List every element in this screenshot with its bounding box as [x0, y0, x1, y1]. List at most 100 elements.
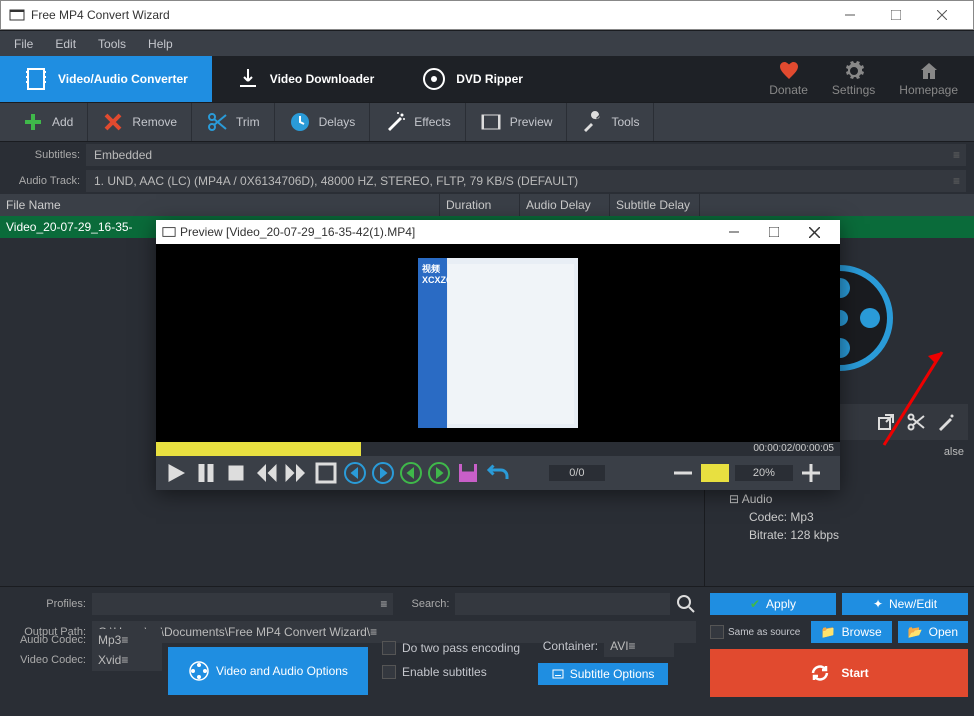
trim-button[interactable]: Trim — [192, 103, 275, 141]
search-label: Search: — [399, 598, 449, 610]
delays-button[interactable]: Delays — [275, 103, 371, 141]
donate-button[interactable]: Donate — [769, 61, 808, 97]
preview-minimize[interactable] — [714, 221, 754, 243]
preview-button[interactable]: Preview — [466, 103, 568, 141]
header-actions: Donate Settings Homepage — [753, 56, 974, 102]
close-button[interactable] — [919, 1, 965, 29]
menu-bar: File Edit Tools Help — [0, 30, 974, 56]
profiles-select[interactable]: ≡ — [92, 593, 393, 615]
play-button[interactable] — [164, 461, 188, 485]
audiotrack-row: Audio Track: 1. UND, AAC (LC) (MP4A / 0X… — [0, 168, 974, 194]
tab-ripper[interactable]: DVD Ripper — [398, 56, 547, 102]
va-options-button[interactable]: Video and Audio Options — [168, 647, 368, 695]
save-frame-button[interactable] — [456, 461, 480, 485]
audiotrack-label: Audio Track: — [8, 175, 80, 187]
preview-video-area[interactable]: 视频XCXZQ — [156, 244, 840, 442]
homepage-label: Homepage — [899, 83, 958, 97]
subtitles-label: Subtitles: — [8, 149, 80, 161]
cut-icon[interactable] — [906, 412, 926, 432]
forward-button[interactable] — [284, 461, 308, 485]
rewind-button[interactable] — [254, 461, 278, 485]
col-duration[interactable]: Duration — [440, 194, 520, 216]
tab-downloader-label: Video Downloader — [270, 72, 374, 86]
donate-label: Donate — [769, 83, 808, 97]
open-button[interactable]: 📂Open — [898, 621, 968, 643]
home-icon — [919, 61, 939, 81]
audiocodec-label: Audio Codec: — [8, 634, 86, 646]
pause-button[interactable] — [194, 461, 218, 485]
main-tab-bar: Video/Audio Converter Video Downloader D… — [0, 56, 974, 102]
tree-audio[interactable]: ⊟ Audio — [713, 490, 966, 508]
videocodec-label: Video Codec: — [8, 654, 86, 666]
profiles-label: Profiles: — [8, 598, 86, 610]
browse-button[interactable]: 📁Browse — [811, 621, 892, 643]
newedit-button[interactable]: ✦New/Edit — [842, 593, 968, 615]
prev-button[interactable] — [400, 462, 422, 484]
window-title: Free MP4 Convert Wizard — [31, 8, 170, 22]
col-filename[interactable]: File Name — [0, 194, 440, 216]
menu-tools[interactable]: Tools — [88, 33, 136, 55]
sparkle-icon: ✦ — [873, 597, 883, 611]
next-button[interactable] — [428, 462, 450, 484]
plus-icon — [22, 111, 44, 133]
videocodec-select[interactable]: Xvid≡ — [92, 649, 162, 671]
zoom-out-button[interactable] — [671, 461, 695, 485]
skip-fwd-button[interactable] — [372, 462, 394, 484]
video-frame: 视频XCXZQ — [418, 258, 578, 428]
search-input[interactable] — [455, 593, 670, 615]
remove-button[interactable]: Remove — [88, 103, 192, 141]
apply-button[interactable]: ✔Apply — [710, 593, 836, 615]
maximize-button[interactable] — [873, 1, 919, 29]
menu-file[interactable]: File — [4, 33, 43, 55]
start-button[interactable]: Start — [710, 649, 968, 697]
audiotrack-select[interactable]: 1. UND, AAC (LC) (MP4A / 0X6134706D), 48… — [86, 170, 966, 192]
subtitles-select[interactable]: Embedded≡ — [86, 144, 966, 166]
undo-button[interactable] — [486, 461, 510, 485]
minimize-button[interactable] — [827, 1, 873, 29]
reel-small-icon — [188, 660, 210, 682]
menu-help[interactable]: Help — [138, 33, 183, 55]
settings-button[interactable]: Settings — [832, 61, 875, 97]
search-icon[interactable] — [676, 594, 696, 614]
preview-progress[interactable]: 00:00:02/00:00:05 — [156, 442, 840, 456]
scissors-icon — [206, 111, 228, 133]
preview-controls: 0/0 20% — [156, 456, 840, 490]
frame-count: 0/0 — [549, 465, 604, 481]
stop-button[interactable] — [224, 461, 248, 485]
effects-button[interactable]: Effects — [370, 103, 465, 141]
skip-back-button[interactable] — [344, 462, 366, 484]
wand-icon — [384, 111, 406, 133]
subtitle-options-button[interactable]: Subtitle Options — [538, 663, 668, 685]
gear-icon — [844, 61, 864, 81]
tab-converter[interactable]: Video/Audio Converter — [0, 56, 212, 102]
tools-button[interactable]: Tools — [567, 103, 654, 141]
col-subtitledelay[interactable]: Subtitle Delay — [610, 194, 700, 216]
tab-downloader[interactable]: Video Downloader — [212, 56, 398, 102]
tree-codec: Codec: Mp3 — [713, 508, 966, 526]
bottom-right: ✔Apply ✦New/Edit Same as source 📁Browse … — [704, 587, 974, 716]
add-button[interactable]: Add — [8, 103, 88, 141]
bottom-bar: Profiles: ≡ Search: Output Path: C:\User… — [0, 586, 974, 716]
audiocodec-select[interactable]: Mp3≡ — [92, 629, 162, 651]
folder-open-icon: 📂 — [908, 625, 923, 639]
tree-bitrate: Bitrate: 128 kbps — [713, 526, 966, 544]
popout-icon[interactable] — [876, 412, 896, 432]
checkbox-icon — [382, 665, 396, 679]
zoom-in-button[interactable] — [799, 461, 823, 485]
tools-icon — [581, 111, 603, 133]
menu-edit[interactable]: Edit — [45, 33, 86, 55]
subtitles-row: Subtitles: Embedded≡ — [0, 142, 974, 168]
sameassource-checkbox[interactable]: Same as source — [710, 625, 805, 639]
preview-maximize[interactable] — [754, 221, 794, 243]
filename-cell: Video_20-07-29_16-35- — [6, 220, 133, 234]
app-icon — [9, 7, 25, 23]
heart-icon — [779, 61, 799, 81]
preview-close[interactable] — [794, 221, 834, 243]
homepage-button[interactable]: Homepage — [899, 61, 958, 97]
fullscreen-button[interactable] — [314, 461, 338, 485]
magic-icon[interactable] — [936, 412, 956, 432]
enablesubs-checkbox[interactable]: Enable subtitles — [382, 665, 520, 679]
toolbar: Add Remove Trim Delays Effects Preview T… — [0, 102, 974, 142]
title-bar: Free MP4 Convert Wizard — [0, 0, 974, 30]
col-audiodelay[interactable]: Audio Delay — [520, 194, 610, 216]
